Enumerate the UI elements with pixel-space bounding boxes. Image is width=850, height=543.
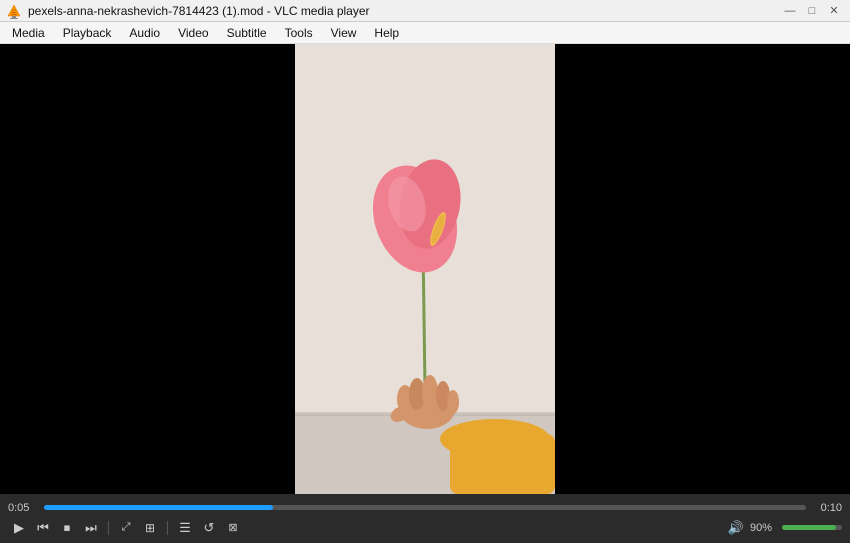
menu-subtitle[interactable]: Subtitle: [219, 24, 275, 42]
volume-fill: [782, 525, 836, 530]
close-button[interactable]: ✕: [824, 3, 844, 19]
titlebar-controls: — □ ✕: [780, 3, 844, 19]
time-current: 0:05: [8, 502, 38, 514]
volume-bar[interactable]: [782, 525, 842, 530]
buttons-row: ▶ ⏮ ⏹ ⏭ ⤢ ⊞ ☰ ↺ ⊠ 🔊 90%: [8, 518, 842, 538]
menubar: Media Playback Audio Video Subtitle Tool…: [0, 22, 850, 44]
menu-media[interactable]: Media: [4, 24, 53, 42]
window-title: pexels-anna-nekrashevich-7814423 (1).mod…: [28, 4, 370, 18]
minimize-button[interactable]: —: [780, 3, 800, 19]
seek-bar[interactable]: [44, 505, 806, 510]
video-frame: [295, 44, 555, 494]
prev-button[interactable]: ⏮: [32, 518, 54, 538]
menu-playback[interactable]: Playback: [55, 24, 120, 42]
time-total: 0:10: [812, 502, 842, 514]
stop-button[interactable]: ⏹: [56, 518, 78, 538]
menu-video[interactable]: Video: [170, 24, 216, 42]
video-content: [0, 44, 850, 494]
flower-image: [295, 44, 555, 494]
controls-bar: 0:05 0:10 ▶ ⏮ ⏹ ⏭ ⤢ ⊞ ☰ ↺ ⊠ 🔊 90%: [0, 494, 850, 543]
volume-section: 🔊 90%: [726, 518, 842, 538]
button-separator: [108, 521, 109, 535]
playlist-button[interactable]: ☰: [174, 518, 196, 538]
seek-row: 0:05 0:10: [8, 502, 842, 514]
mute-button[interactable]: 🔊: [726, 518, 746, 538]
black-right-pillarbox: [555, 44, 850, 494]
menu-view[interactable]: View: [323, 24, 365, 42]
extended-settings-button[interactable]: ⊞: [139, 518, 161, 538]
black-left-pillarbox: [0, 44, 295, 494]
volume-label: 90%: [750, 522, 778, 534]
menu-audio[interactable]: Audio: [121, 24, 168, 42]
seek-progress: [44, 505, 273, 510]
video-area: [0, 44, 850, 494]
titlebar-left: pexels-anna-nekrashevich-7814423 (1).mod…: [6, 3, 370, 19]
titlebar: pexels-anna-nekrashevich-7814423 (1).mod…: [0, 0, 850, 22]
button-separator-2: [167, 521, 168, 535]
loop-button[interactable]: ↺: [198, 518, 220, 538]
vlc-icon: [6, 3, 22, 19]
next-button[interactable]: ⏭: [80, 518, 102, 538]
play-button[interactable]: ▶: [8, 518, 30, 538]
menu-tools[interactable]: Tools: [277, 24, 321, 42]
maximize-button[interactable]: □: [802, 3, 822, 19]
fullscreen-toggle-button[interactable]: ⤢: [115, 518, 137, 538]
random-button[interactable]: ⊠: [222, 518, 244, 538]
menu-help[interactable]: Help: [366, 24, 407, 42]
